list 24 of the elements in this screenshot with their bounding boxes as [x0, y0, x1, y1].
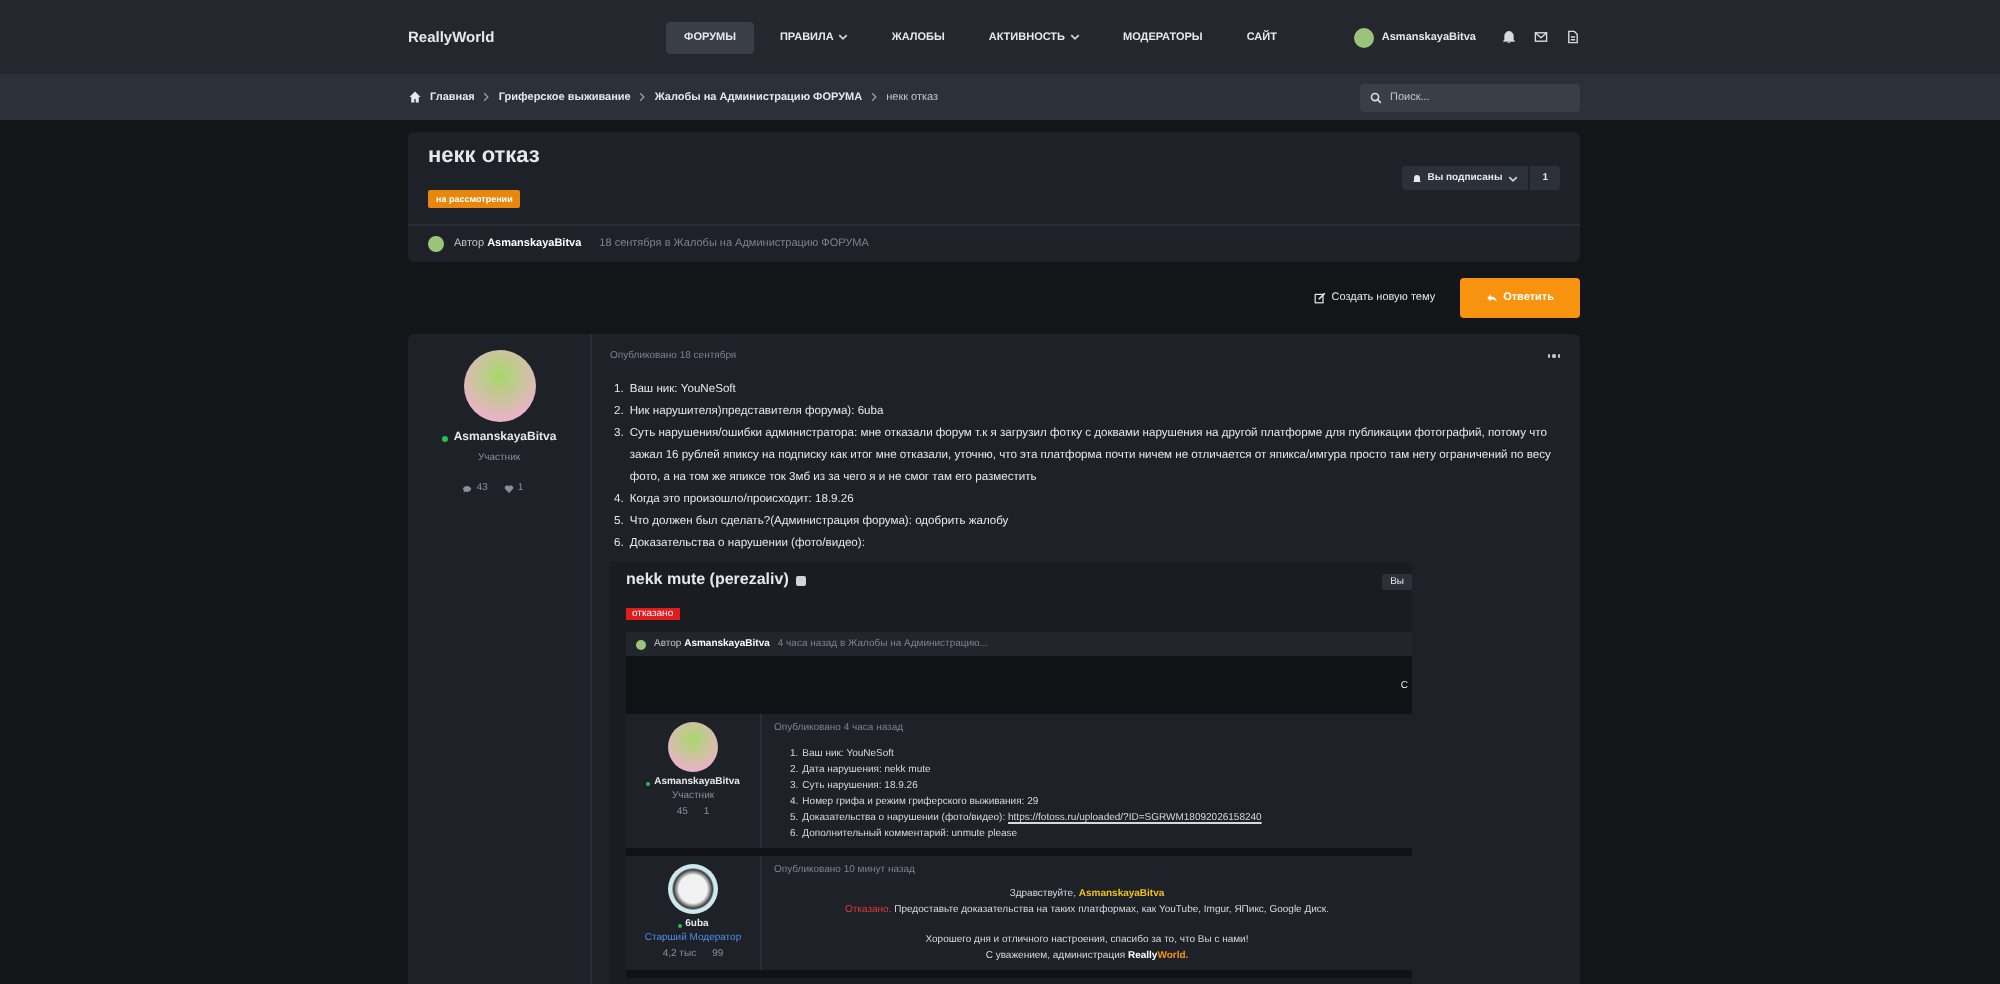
avatar-picture: [668, 722, 718, 772]
caret-icon: [1508, 173, 1519, 183]
chevron-icon: [482, 92, 491, 102]
avatar-icon: [636, 639, 646, 649]
heart-icon: [503, 483, 514, 493]
search-icon: [1370, 91, 1382, 103]
edit-icon: [1313, 292, 1326, 304]
chevron-icon: [638, 92, 647, 102]
mail-icon[interactable]: [1534, 30, 1548, 44]
bell-icon: [1411, 173, 1422, 183]
thread-title: nekk mute (perezaliv): [626, 570, 789, 590]
bell-icon[interactable]: [1502, 30, 1516, 44]
caret-icon: [1069, 32, 1079, 42]
reply-icon: [1485, 292, 1498, 304]
avatar-picture: [668, 864, 718, 914]
avatar-icon: [428, 236, 444, 252]
caret-icon: [837, 32, 848, 42]
document-icon[interactable]: [1566, 30, 1580, 44]
chevron-icon: [870, 92, 879, 102]
avatar-picture: [463, 350, 535, 422]
message-icon: [462, 483, 473, 493]
thread-title: некк отказ: [428, 144, 540, 168]
home-icon: [408, 90, 422, 104]
avatar-icon[interactable]: [1353, 27, 1374, 47]
